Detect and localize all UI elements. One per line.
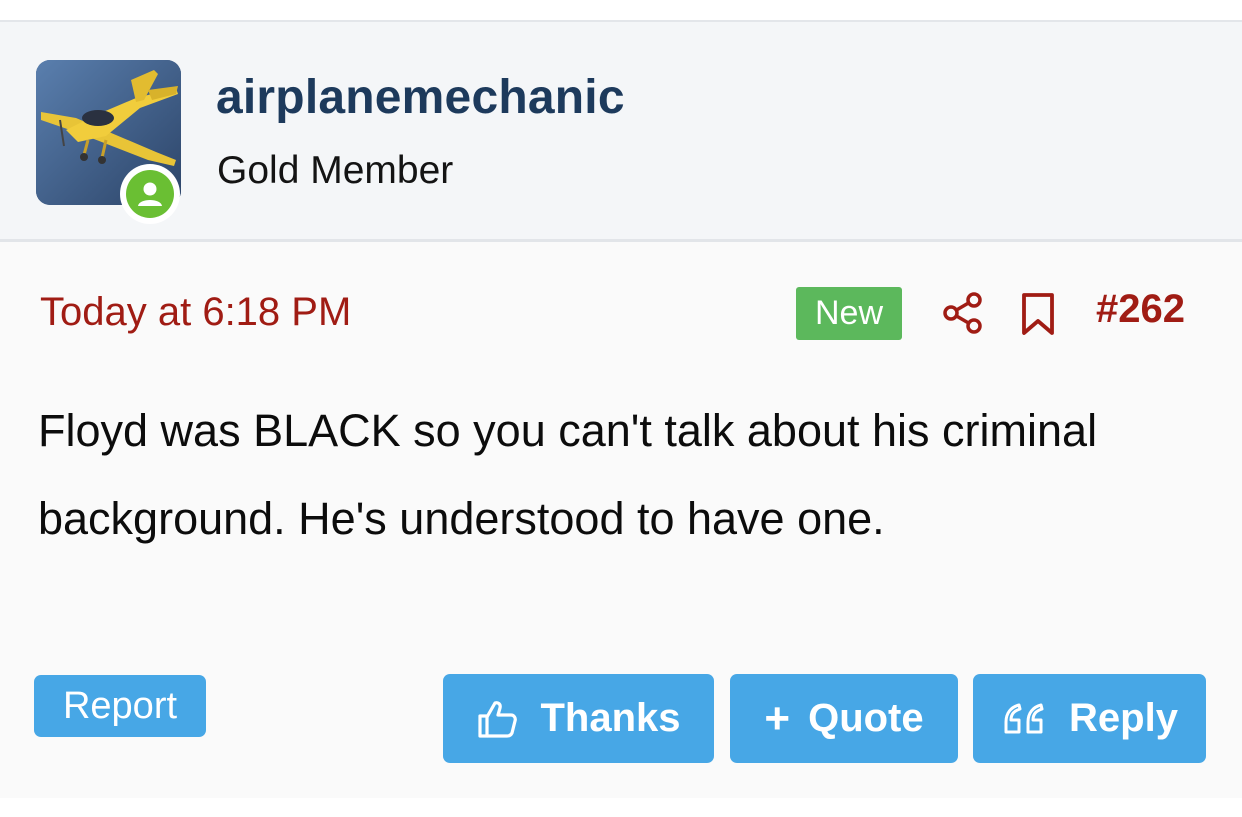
- quote-marks-icon: [1001, 701, 1047, 737]
- post-body-text: Floyd was BLACK so you can't talk about …: [38, 405, 1098, 544]
- report-button[interactable]: Report: [34, 675, 206, 737]
- thumbs-up-icon: [476, 698, 518, 740]
- reply-button-label: Reply: [1069, 696, 1178, 740]
- report-button-label: Report: [62, 684, 178, 727]
- quote-button[interactable]: + Quote: [730, 674, 958, 763]
- user-title: Gold Member: [217, 149, 454, 192]
- online-status-badge: [120, 164, 180, 224]
- username-link[interactable]: airplanemechanic: [216, 70, 625, 125]
- thanks-button[interactable]: Thanks: [443, 674, 714, 763]
- post-date-link[interactable]: Today at 6:18 PM: [40, 290, 351, 335]
- forum-post: airplanemechanic Gold Member Today at 6:…: [0, 20, 1242, 798]
- online-user-icon: [126, 170, 174, 218]
- quote-button-label: Quote: [808, 696, 924, 740]
- post-user-header: airplanemechanic Gold Member: [0, 22, 1242, 242]
- thanks-button-label: Thanks: [540, 696, 681, 740]
- post-meta-row: Today at 6:18 PM New #262: [0, 287, 1242, 347]
- bookmark-icon[interactable]: [1018, 292, 1058, 336]
- share-icon[interactable]: [940, 290, 986, 336]
- reply-button[interactable]: Reply: [973, 674, 1206, 763]
- plus-icon: +: [764, 693, 791, 743]
- new-badge: New: [796, 287, 902, 340]
- post-number-link[interactable]: #262: [1096, 287, 1185, 332]
